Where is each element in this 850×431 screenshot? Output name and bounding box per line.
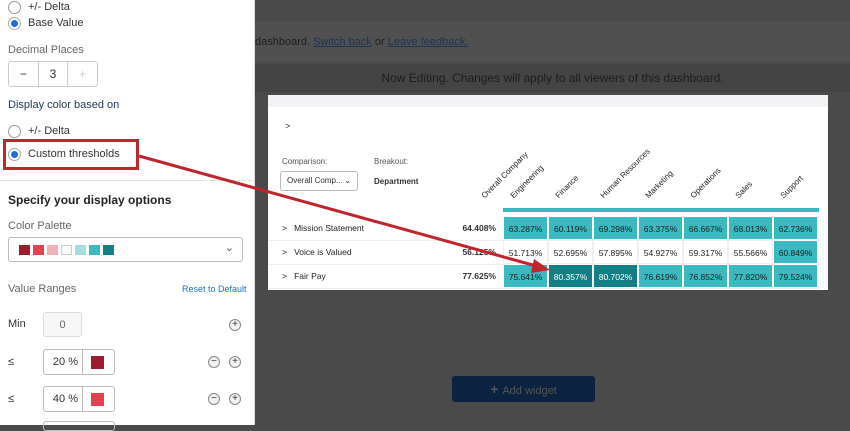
annotation-arrow <box>138 154 550 273</box>
arrow-line <box>138 154 541 269</box>
arrow-head <box>531 259 550 273</box>
